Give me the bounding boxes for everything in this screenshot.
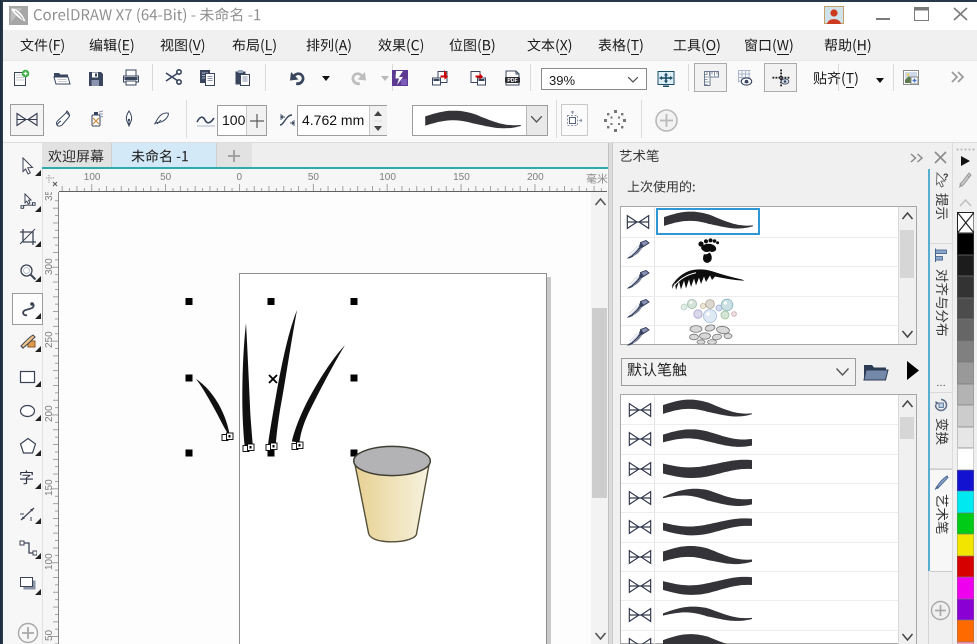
svg-text:?: ?	[943, 172, 949, 182]
